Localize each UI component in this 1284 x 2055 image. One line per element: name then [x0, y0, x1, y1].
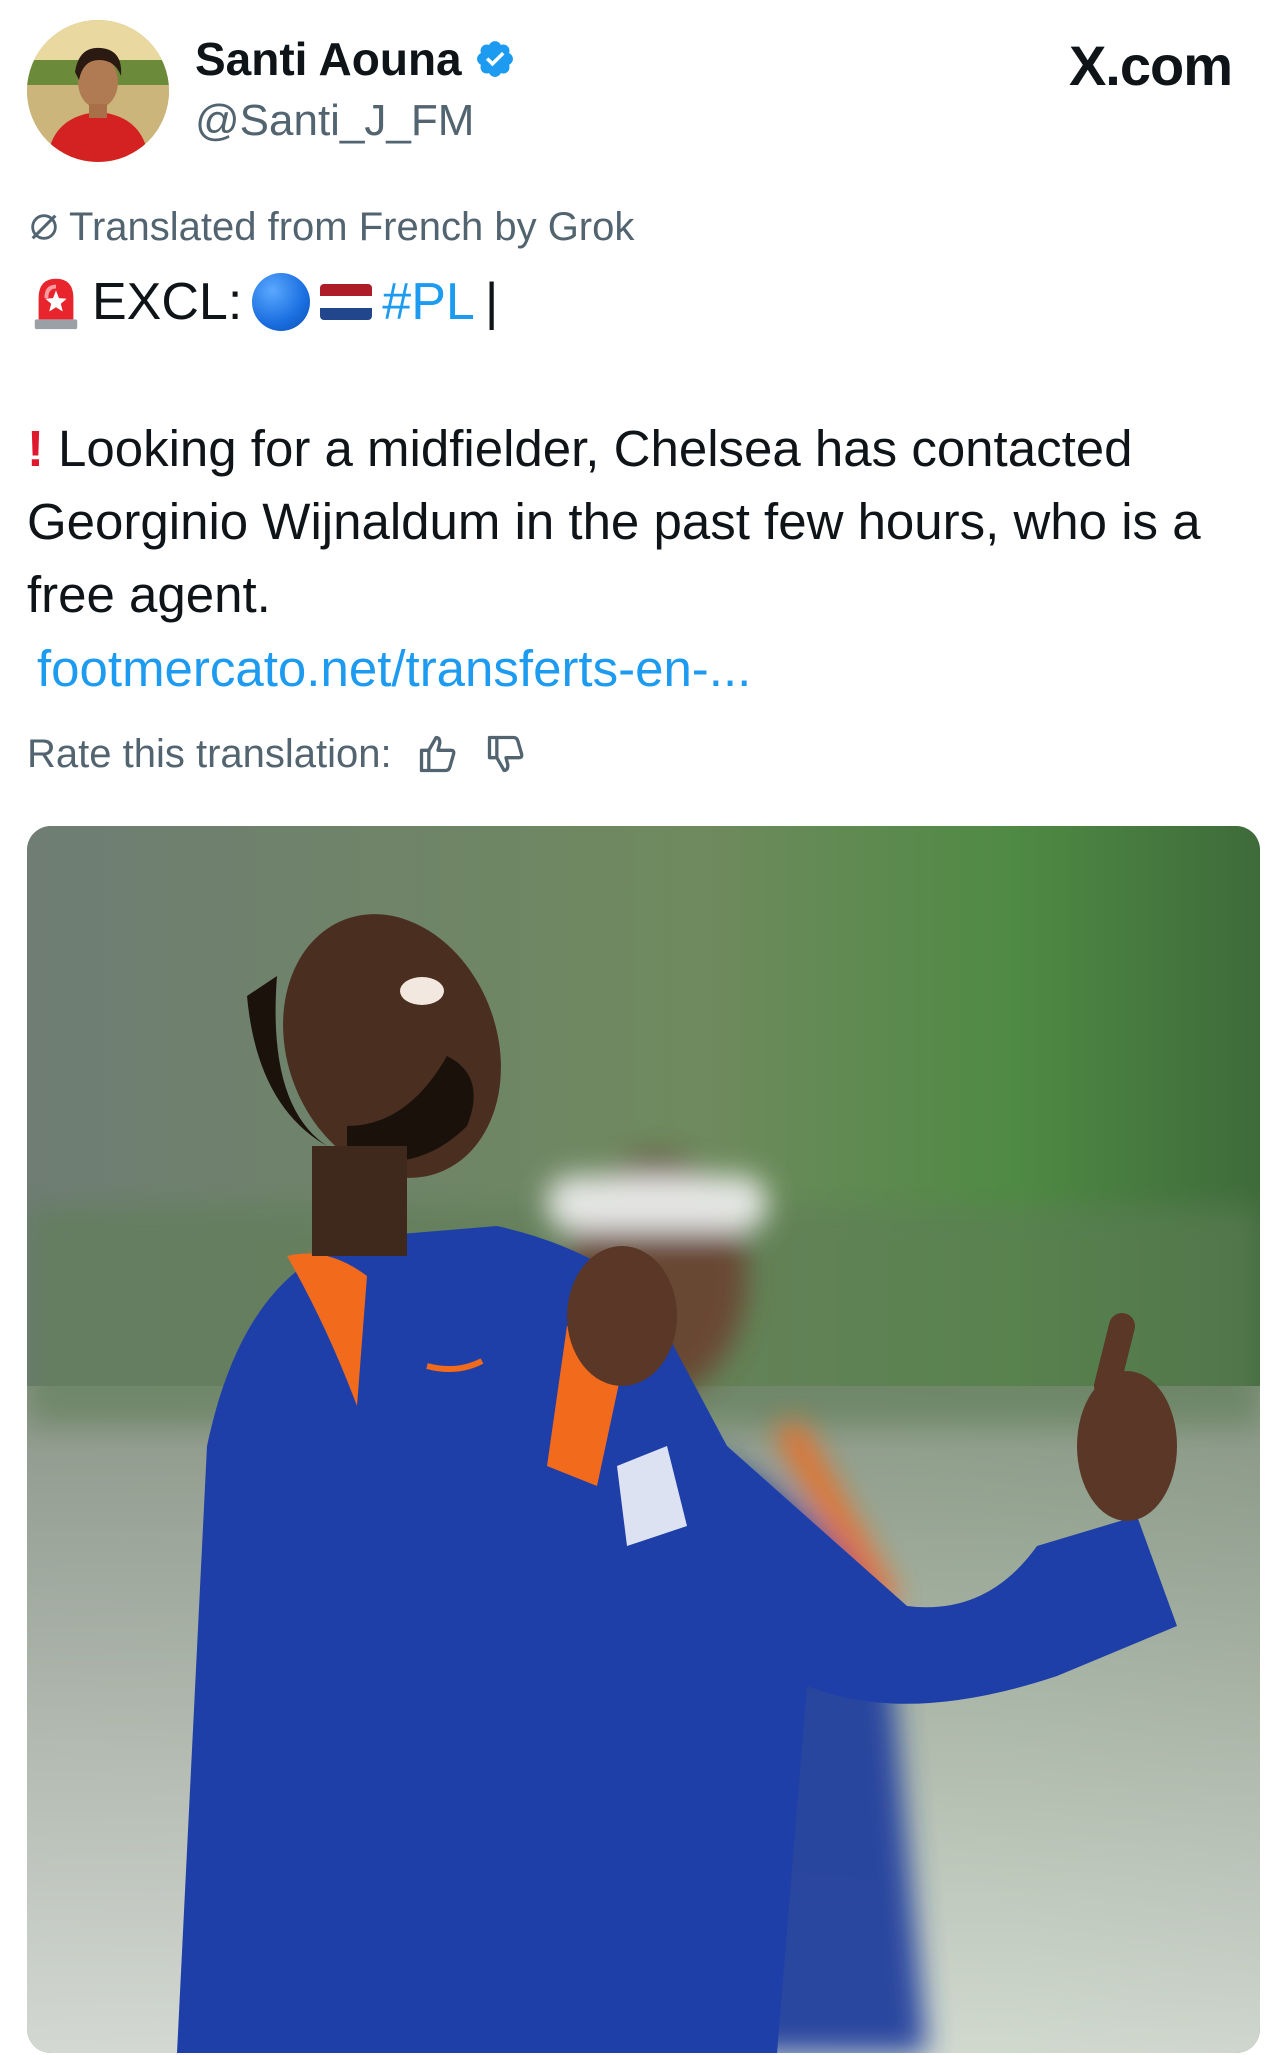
tweet-body-text: Looking for a midfielder, Chelsea has co…: [27, 420, 1201, 623]
display-name[interactable]: Santi Aouna: [195, 30, 462, 88]
author-name-row[interactable]: Santi Aouna: [195, 30, 516, 88]
translation-note: Translated from French by Grok: [27, 202, 634, 252]
brand-logo: X.com: [1068, 34, 1233, 97]
rate-label: Rate this translation:: [27, 732, 392, 776]
tweet-photo[interactable]: [27, 826, 1260, 2053]
tweet-body: ! Looking for a midfielder, Chelsea has c…: [27, 412, 1257, 631]
players-celebrating-image: [27, 826, 1260, 2053]
siren-icon: [34, 278, 78, 330]
translation-note-text: Translated from French by Grok: [69, 205, 635, 249]
rate-translation: Rate this translation:: [27, 728, 528, 780]
author-handle[interactable]: @Santi_J_FM: [195, 92, 474, 150]
separator: |: [484, 273, 499, 331]
thumbs-up-icon[interactable]: [416, 732, 460, 776]
verified-badge-icon: [476, 41, 513, 77]
grok-slash-icon: [31, 214, 57, 240]
tweet-headline: EXCL: #PL |: [30, 270, 498, 334]
avatar-image: [27, 20, 169, 162]
thumbs-down-icon[interactable]: [484, 732, 528, 776]
exclamation-icon: !: [27, 420, 44, 477]
blue-circle-icon: [252, 273, 311, 331]
avatar[interactable]: [27, 20, 169, 162]
tweet-link[interactable]: footmercato.net/transferts-en-...: [37, 636, 751, 702]
netherlands-flag-icon: [320, 284, 373, 320]
hashtag-link[interactable]: #PL: [382, 270, 475, 334]
excl-label: EXCL:: [92, 273, 243, 331]
